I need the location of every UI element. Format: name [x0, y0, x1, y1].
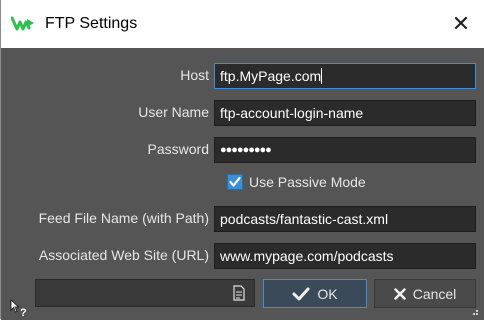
host-row: Host ftp.MyPage.com: [1, 62, 484, 90]
host-label: Host: [180, 67, 209, 83]
resize-grip-icon[interactable]: [469, 306, 479, 316]
file-browse-icon[interactable]: [232, 285, 246, 301]
website-input[interactable]: www.mypage.com/podcasts: [214, 243, 476, 269]
host-input[interactable]: ftp.MyPage.com: [214, 63, 476, 89]
title-bar: FTP Settings ✕: [1, 0, 484, 48]
ftp-settings-dialog: FTP Settings ✕ Host ftp.MyPage.com User …: [0, 0, 484, 320]
username-row: User Name ftp-account-login-name: [1, 99, 484, 127]
website-row: Associated Web Site (URL) www.mypage.com…: [1, 242, 484, 270]
host-value: ftp.MyPage.com: [220, 68, 322, 84]
wavelab-icon: [11, 16, 34, 31]
x-icon: [394, 287, 406, 300]
text-caret: [321, 68, 323, 84]
close-button[interactable]: ✕: [441, 6, 481, 42]
password-label: Password: [147, 141, 209, 157]
username-value: ftp-account-login-name: [220, 105, 364, 121]
username-label: User Name: [138, 104, 209, 120]
feed-file-input[interactable]: podcasts/fantastic-cast.xml: [214, 206, 476, 232]
password-value: ●●●●●●●●●: [220, 144, 272, 156]
username-input[interactable]: ftp-account-login-name: [214, 100, 476, 126]
feed-file-value: podcasts/fantastic-cast.xml: [220, 211, 389, 227]
ok-button[interactable]: OK: [263, 279, 367, 308]
svg-text:?: ?: [20, 307, 27, 318]
whats-this-help-icon[interactable]: ?: [9, 298, 31, 318]
checkmark-icon: [229, 176, 241, 187]
password-row: Password ●●●●●●●●●: [1, 136, 484, 164]
cancel-label: Cancel: [412, 285, 457, 302]
website-label: Associated Web Site (URL): [38, 247, 209, 263]
window-title: FTP Settings: [45, 15, 138, 32]
password-input[interactable]: ●●●●●●●●●: [214, 137, 476, 163]
website-value: www.mypage.com/podcasts: [220, 248, 394, 264]
checkmark-icon: [292, 287, 310, 300]
passive-mode-label: Use Passive Mode: [249, 174, 366, 190]
ok-label: OK: [317, 285, 338, 302]
feed-file-label: Feed File Name (with Path): [38, 210, 209, 226]
preset-path-field[interactable]: [35, 279, 255, 307]
feed-file-row: Feed File Name (with Path) podcasts/fant…: [1, 205, 484, 233]
cancel-button[interactable]: Cancel: [374, 279, 476, 308]
passive-mode-checkbox[interactable]: [227, 174, 243, 190]
close-icon: ✕: [451, 11, 471, 36]
